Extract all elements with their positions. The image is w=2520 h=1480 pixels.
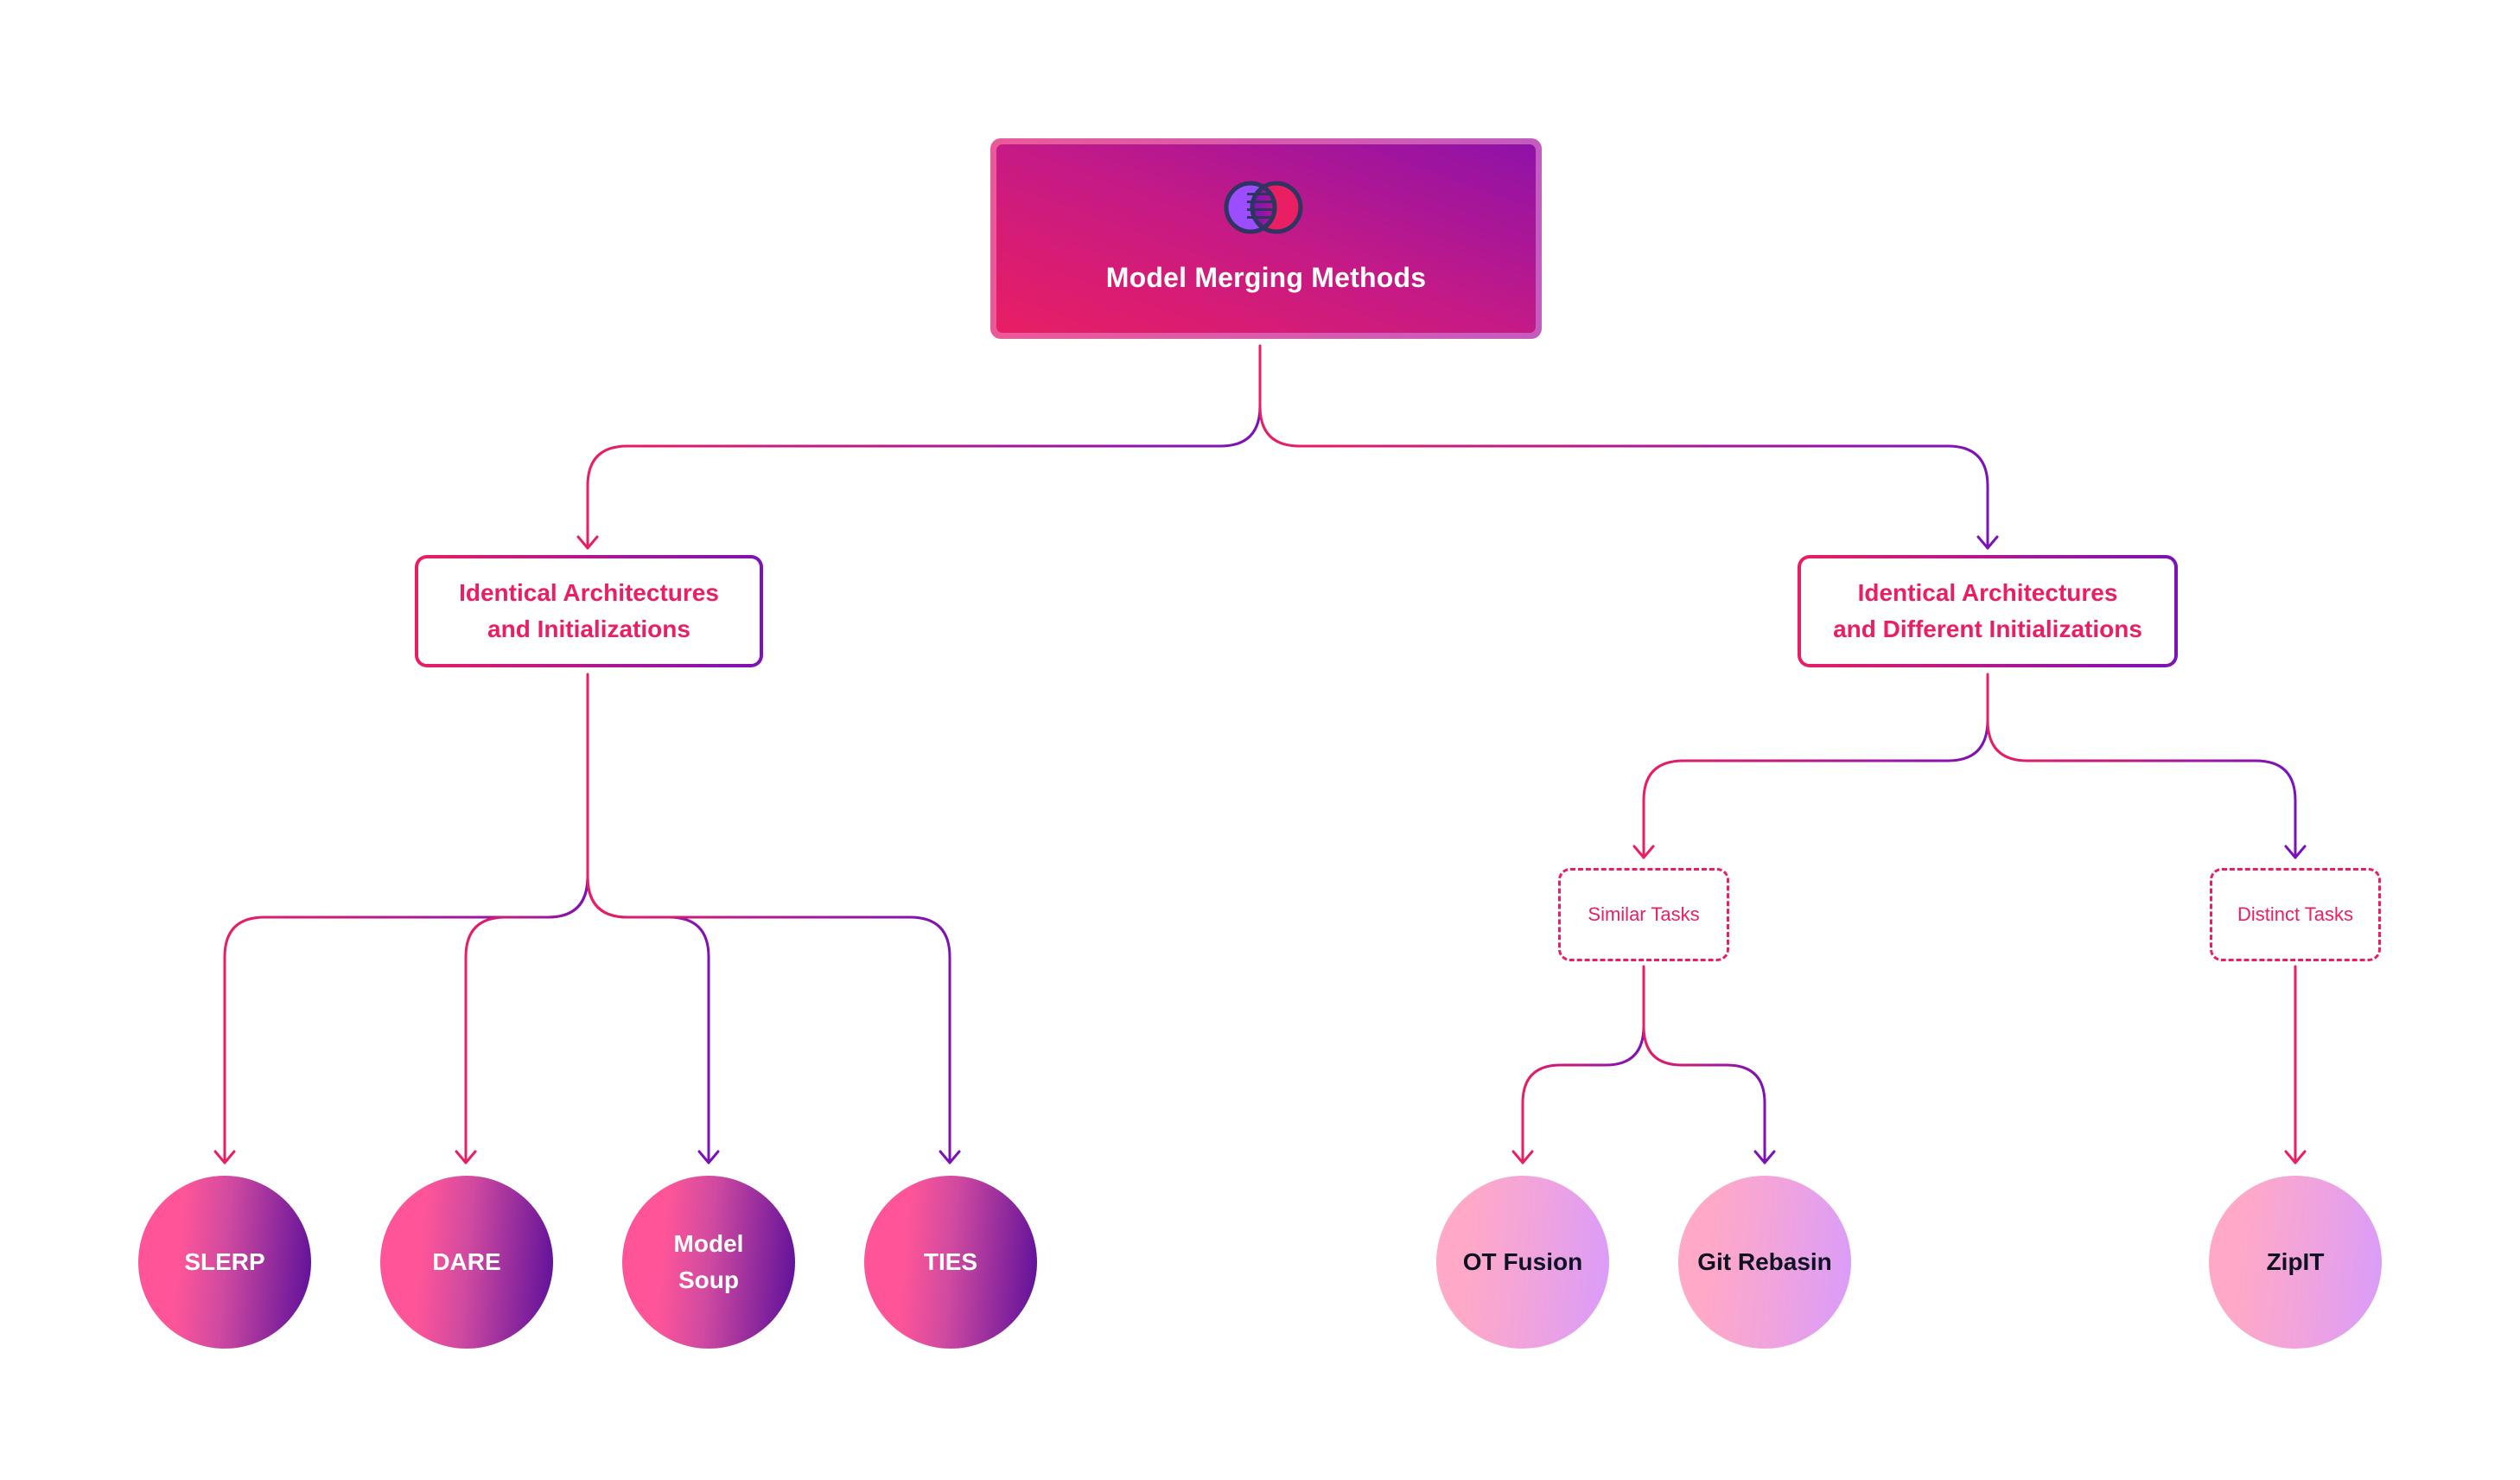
connector-branch — [464, 875, 589, 1164]
category-node-same-initializations[interactable]: Identical Architectures and Initializati… — [415, 555, 763, 667]
root-node-body: Model Merging Methods — [996, 144, 1536, 333]
category-label-line: Identical Architectures — [459, 579, 719, 606]
connector-branch — [586, 875, 951, 1164]
method-label: DARE — [432, 1248, 501, 1275]
method-node-ot-fusion[interactable]: OT Fusion — [1436, 1176, 1609, 1349]
category-label: Identical Architectures and Initializati… — [418, 558, 760, 664]
method-label-line: Soup — [678, 1266, 739, 1293]
arrowhead-icon — [213, 1150, 236, 1164]
arrowhead-icon — [1976, 535, 1999, 550]
method-label: Git Rebasin — [1697, 1248, 1832, 1275]
category-node-different-initializations[interactable]: Identical Architectures and Different In… — [1798, 555, 2178, 667]
root-node[interactable]: Model Merging Methods — [990, 138, 1542, 339]
task-node-similar-tasks[interactable]: Similar Tasks — [1558, 868, 1729, 961]
arrowhead-icon — [939, 1150, 961, 1164]
method-node-git-rebasin[interactable]: Git Rebasin — [1678, 1176, 1851, 1349]
method-label: OT Fusion — [1462, 1248, 1583, 1275]
connector-branch — [1521, 1024, 1645, 1164]
arrowhead-icon — [697, 1150, 720, 1164]
task-node-distinct-tasks[interactable]: Distinct Tasks — [2210, 868, 2381, 961]
method-label: ZipIT — [2266, 1248, 2325, 1275]
method-label: SLERP — [184, 1248, 265, 1275]
connector-branch — [586, 405, 1262, 550]
task-label: Similar Tasks — [1588, 903, 1700, 925]
connector-branch — [1258, 405, 1989, 550]
connector-branch — [1642, 718, 1989, 859]
connector-branch — [586, 875, 710, 1164]
method-label-line: Model — [673, 1230, 744, 1257]
root-title: Model Merging Methods — [1105, 262, 1427, 293]
connector-branch — [1986, 718, 2297, 859]
model-merging-diagram: Model Merging Methods Identical Architec… — [0, 0, 2520, 1480]
category-label-line: and Initializations — [487, 616, 690, 642]
method-node-slerp[interactable]: SLERP — [138, 1176, 311, 1349]
method-node-model-soup[interactable]: Model Soup — [622, 1176, 795, 1349]
arrowhead-icon — [455, 1150, 477, 1164]
method-node-ties[interactable]: TIES — [864, 1176, 1037, 1349]
method-label: TIES — [923, 1248, 978, 1275]
method-node-dare[interactable]: DARE — [380, 1176, 553, 1349]
method-node-zipit[interactable]: ZipIT — [2209, 1176, 2382, 1349]
arrowhead-icon — [1753, 1150, 1776, 1164]
category-label-line: and Different Initializations — [1833, 616, 2142, 642]
task-label: Distinct Tasks — [2237, 903, 2354, 925]
connector-branch — [223, 875, 589, 1164]
arrowhead-icon — [1632, 845, 1655, 859]
venn-merge-icon — [1224, 181, 1303, 234]
arrowhead-icon — [2284, 845, 2307, 859]
category-label: Identical Architectures and Different In… — [1801, 558, 2174, 664]
category-label-line: Identical Architectures — [1857, 579, 2118, 606]
arrowhead-icon — [576, 535, 599, 550]
connector-branch — [1642, 1024, 1766, 1164]
arrowhead-icon — [2284, 1150, 2307, 1164]
arrowhead-icon — [1511, 1150, 1534, 1164]
